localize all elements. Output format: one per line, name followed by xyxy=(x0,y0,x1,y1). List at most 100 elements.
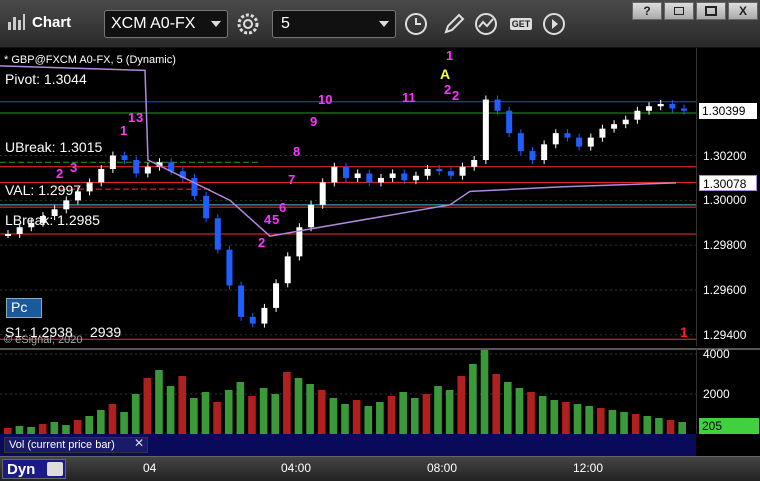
get-button[interactable]: GET xyxy=(506,10,536,38)
candle xyxy=(98,168,105,183)
candle xyxy=(5,233,11,236)
time-label: 08:00 xyxy=(427,461,458,475)
candle xyxy=(401,173,408,181)
candle xyxy=(482,99,489,161)
help-button[interactable]: ? xyxy=(632,2,662,20)
interval-input[interactable]: 5 xyxy=(272,10,396,38)
symbol-input[interactable]: XCM A0-FX xyxy=(104,10,228,38)
candle xyxy=(611,124,618,129)
volume-bar xyxy=(190,398,198,434)
volume-bar xyxy=(399,392,407,434)
volume-plot[interactable] xyxy=(0,350,696,434)
pencil-icon xyxy=(444,13,465,34)
volume-tick-label: 4000 xyxy=(703,347,730,361)
count-label: 4 xyxy=(264,212,272,227)
close-button[interactable]: X xyxy=(728,2,758,20)
volume-bar xyxy=(143,378,152,434)
close-icon[interactable]: ✕ xyxy=(134,436,144,450)
pc-button[interactable]: Pc xyxy=(6,298,42,318)
candle xyxy=(564,133,571,138)
volume-bar xyxy=(655,418,663,434)
val-label: VAL: 1.2997 xyxy=(5,182,82,198)
count-label: 8 xyxy=(293,144,301,159)
candle xyxy=(436,168,443,172)
candle xyxy=(646,106,653,111)
volume-pane[interactable] xyxy=(0,348,696,434)
maximize-button[interactable] xyxy=(696,2,726,20)
lock-icon xyxy=(47,462,63,476)
price-axis[interactable]: 1.30200 1.30000 1.29800 1.29600 1.29400 1.30… xyxy=(696,48,760,346)
volume-bar xyxy=(201,392,210,434)
volume-bar xyxy=(27,427,35,434)
studies-button[interactable] xyxy=(472,10,500,38)
price-chart[interactable]: * GBP@FXCM A0-FX, 5 (Dynamic) Pivot: 1.3… xyxy=(0,48,696,346)
volume-study-label: Vol (current price bar) xyxy=(9,439,115,451)
candle xyxy=(121,155,128,161)
candle xyxy=(529,151,536,161)
volume-bar xyxy=(248,396,256,434)
time-label: 12:00 xyxy=(573,461,604,475)
play-button[interactable] xyxy=(540,10,568,38)
play-icon xyxy=(543,13,565,35)
settings-button[interactable] xyxy=(234,10,262,38)
draw-button[interactable] xyxy=(440,10,468,38)
volume-bar xyxy=(306,384,314,434)
time-label: 04:00 xyxy=(281,461,312,475)
time-label: 04 xyxy=(143,461,157,475)
volume-bar xyxy=(85,416,94,434)
candle xyxy=(238,285,245,317)
volume-bar xyxy=(678,422,686,434)
volume-tick-label: 2000 xyxy=(703,387,730,401)
volume-study-tab[interactable]: Vol (current price bar) xyxy=(4,437,148,453)
candle xyxy=(541,144,548,161)
interval-value: 5 xyxy=(281,15,290,32)
volume-bar xyxy=(62,425,70,434)
volume-bar xyxy=(608,410,617,434)
candle xyxy=(226,249,233,286)
s1-marker: 1 xyxy=(680,324,688,340)
toolbar: Chart XCM A0-FX 5 GET ? X xyxy=(0,0,760,48)
volume-bar xyxy=(259,388,268,434)
candle xyxy=(552,133,559,145)
chart-icon xyxy=(6,12,26,32)
volume-bar xyxy=(492,374,500,434)
candle xyxy=(506,110,513,134)
volume-bar xyxy=(643,416,652,434)
dyn-button[interactable]: Dyn xyxy=(2,459,66,479)
chevron-down-icon[interactable] xyxy=(211,21,221,27)
volume-bar xyxy=(596,408,605,434)
a-marker: A xyxy=(440,66,451,82)
candle xyxy=(109,155,116,169)
volume-bar xyxy=(120,412,128,434)
volume-bar xyxy=(503,382,512,434)
symbol-value: XCM A0-FX xyxy=(111,15,196,32)
time-axis[interactable]: Dyn 04 04:00 08:00 12:00 xyxy=(0,456,760,481)
volume-bar xyxy=(538,396,547,434)
time-button[interactable] xyxy=(402,10,430,38)
candle xyxy=(331,166,338,183)
app-title: Chart xyxy=(6,12,71,32)
candle xyxy=(86,182,93,192)
price-plot[interactable] xyxy=(0,48,696,346)
candle xyxy=(308,204,315,228)
volume-bar xyxy=(550,400,559,434)
price-tick-label: 1.30000 xyxy=(703,193,747,208)
volume-bar xyxy=(294,378,303,434)
volume-bar xyxy=(108,404,117,434)
volume-axis[interactable]: 4000 2000 205 xyxy=(696,347,760,434)
copyright: © eSignal, 2020 xyxy=(4,334,83,346)
price-tick-label: 1.30200 xyxy=(703,148,747,163)
restore-button[interactable] xyxy=(664,2,694,20)
current-price-badge: 1.30399 xyxy=(699,102,757,119)
candle xyxy=(517,133,524,152)
candle xyxy=(389,173,396,178)
volume-bar xyxy=(410,398,419,434)
chevron-down-icon[interactable] xyxy=(379,21,389,27)
count-label: 11 xyxy=(402,90,416,105)
ubreak-label: UBreak: 1.3015 xyxy=(5,139,103,155)
volume-bar xyxy=(329,398,338,434)
candle xyxy=(634,110,641,120)
pivot-label: Pivot: 1.3044 xyxy=(5,71,87,87)
candle xyxy=(16,227,23,234)
volume-bar xyxy=(585,406,593,434)
